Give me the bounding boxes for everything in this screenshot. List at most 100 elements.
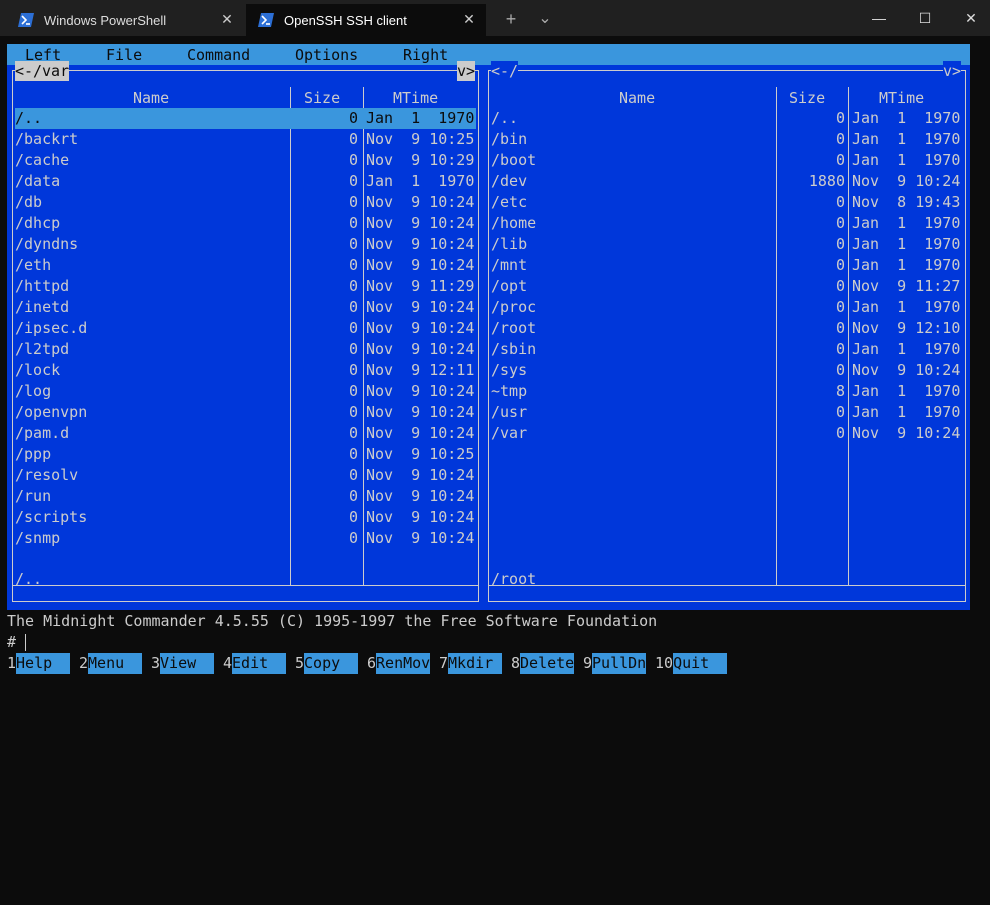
minimize-button[interactable]: —: [856, 0, 902, 36]
file-row[interactable]: /l2tpd 0 Nov 9 10:24: [15, 339, 476, 360]
panel-right-nav[interactable]: v>: [457, 61, 476, 81]
column-header-mtime[interactable]: MTime: [393, 88, 438, 108]
file-name: /inetd: [15, 298, 70, 316]
file-name: /opt: [491, 277, 528, 295]
file-size: 0: [348, 508, 358, 526]
file-name: /ipsec.d: [15, 319, 88, 337]
close-window-button[interactable]: ✕: [948, 0, 990, 36]
file-row[interactable]: /db 0 Nov 9 10:24: [15, 192, 476, 213]
column-header-mtime[interactable]: MTime: [879, 88, 924, 108]
file-size: 0: [348, 130, 358, 148]
fkey-delete[interactable]: 8Delete: [511, 653, 574, 674]
file-row[interactable]: /dyndns 0 Nov 9 10:24: [15, 234, 476, 255]
file-size: 0: [348, 403, 358, 421]
file-size: 0: [348, 340, 358, 358]
column-header-name[interactable]: Name: [619, 88, 655, 108]
menu-file[interactable]: File: [106, 45, 142, 65]
file-row[interactable]: /eth 0 Nov 9 10:24: [15, 255, 476, 276]
file-row[interactable]: /openvpn 0 Nov 9 10:24: [15, 402, 476, 423]
tab-title: Windows PowerShell: [44, 12, 167, 28]
file-name: /snmp: [15, 529, 61, 547]
file-row[interactable]: /dev 1880 Nov 9 10:24: [491, 171, 963, 192]
file-row[interactable]: /opt 0 Nov 9 11:27: [491, 276, 963, 297]
panel-left-nav[interactable]: <-: [15, 61, 34, 81]
file-size: 0: [348, 193, 358, 211]
fkey-mkdir[interactable]: 7Mkdir: [439, 653, 503, 674]
file-row[interactable]: /sbin 0 Jan 1 1970: [491, 339, 963, 360]
file-row[interactable]: /home 0 Jan 1 1970: [491, 213, 963, 234]
file-row[interactable]: /snmp 0 Nov 9 10:24: [15, 528, 476, 549]
fkey-help[interactable]: 1Help: [7, 653, 71, 674]
file-name: /lib: [491, 235, 528, 253]
file-row[interactable]: /log 0 Nov 9 10:24: [15, 381, 476, 402]
file-row[interactable]: /lib 0 Jan 1 1970: [491, 234, 963, 255]
fkey-pulldn[interactable]: 9PullDn: [583, 653, 646, 674]
file-row[interactable]: /ppp 0 Nov 9 10:25: [15, 444, 476, 465]
file-mtime: Jan 1 1970: [852, 298, 961, 316]
column-header-size[interactable]: Size: [789, 88, 825, 108]
file-mtime: Nov 9 10:25: [366, 130, 475, 148]
column-header-name[interactable]: Name: [133, 88, 169, 108]
file-row[interactable]: /boot 0 Jan 1 1970: [491, 150, 963, 171]
right-panel[interactable]: <-/ v> Name Size MTime /.. 0 Jan 1 1970/bi…: [488, 61, 966, 602]
file-row[interactable]: /.. 0 Jan 1 1970: [15, 108, 476, 129]
file-row[interactable]: /bin 0 Jan 1 1970: [491, 129, 963, 150]
file-row[interactable]: /pam.d 0 Nov 9 10:24: [15, 423, 476, 444]
menu-command[interactable]: Command: [187, 45, 250, 65]
tab-windows-powershell[interactable]: Windows PowerShell ✕: [0, 4, 244, 36]
file-size: 0: [348, 445, 358, 463]
file-row[interactable]: /httpd 0 Nov 9 11:29: [15, 276, 476, 297]
file-row[interactable]: /sys 0 Nov 9 10:24: [491, 360, 963, 381]
file-row[interactable]: /mnt 0 Jan 1 1970: [491, 255, 963, 276]
file-row[interactable]: /lock 0 Nov 9 12:11: [15, 360, 476, 381]
file-row[interactable]: /root 0 Nov 9 12:10: [491, 318, 963, 339]
maximize-button[interactable]: ☐: [902, 0, 948, 36]
terminal[interactable]: Left File Command Options Right <- /var …: [0, 36, 990, 680]
function-key-bar: 1Help 2Menu 3View 4Edit 5Copy 6RenMov 7M…: [7, 653, 728, 674]
command-prompt[interactable]: #: [7, 632, 27, 653]
tab-close-icon[interactable]: ✕: [462, 12, 476, 26]
file-mtime: Nov 9 12:10: [852, 319, 961, 337]
file-mtime: Nov 9 10:24: [852, 424, 961, 442]
file-row[interactable]: /backrt 0 Nov 9 10:25: [15, 129, 476, 150]
file-row[interactable]: ~tmp 8 Jan 1 1970: [491, 381, 963, 402]
file-row[interactable]: /var 0 Nov 9 10:24: [491, 423, 963, 444]
file-row[interactable]: /usr 0 Jan 1 1970: [491, 402, 963, 423]
file-row[interactable]: /dhcp 0 Nov 9 10:24: [15, 213, 476, 234]
fkey-renmov[interactable]: 6RenMov: [367, 653, 430, 674]
fkey-view[interactable]: 3View: [151, 653, 215, 674]
menu-right[interactable]: Right: [403, 45, 448, 65]
fkey-quit[interactable]: 10Quit: [655, 653, 728, 674]
panel-right-nav[interactable]: v>: [943, 61, 962, 81]
fkey-menu[interactable]: 2Menu: [79, 653, 143, 674]
mini-status: /root: [491, 570, 537, 588]
file-mtime: Jan 1 1970: [852, 130, 961, 148]
file-row[interactable]: /cache 0 Nov 9 10:29: [15, 150, 476, 171]
file-row[interactable]: /ipsec.d 0 Nov 9 10:24: [15, 318, 476, 339]
file-row[interactable]: /.. 0 Jan 1 1970: [491, 108, 963, 129]
file-size: 0: [348, 214, 358, 232]
tab-openssh-client[interactable]: OpenSSH SSH client ✕: [246, 4, 486, 36]
file-row[interactable]: /inetd 0 Nov 9 10:24: [15, 297, 476, 318]
new-tab-button[interactable]: +: [500, 6, 522, 32]
file-row[interactable]: /data 0 Jan 1 1970: [15, 171, 476, 192]
file-row[interactable]: /etc 0 Nov 8 19:43: [491, 192, 963, 213]
file-size: 0: [835, 424, 845, 442]
file-mtime: Nov 9 10:24: [366, 382, 475, 400]
column-header-size[interactable]: Size: [304, 88, 340, 108]
file-name: /sys: [491, 361, 528, 379]
menu-options[interactable]: Options: [295, 45, 358, 65]
file-row[interactable]: /run 0 Nov 9 10:24: [15, 486, 476, 507]
file-row[interactable]: /resolv 0 Nov 9 10:24: [15, 465, 476, 486]
file-row[interactable]: /scripts 0 Nov 9 10:24: [15, 507, 476, 528]
file-size: 0: [348, 109, 358, 127]
file-name: /cache: [15, 151, 70, 169]
tab-dropdown-icon[interactable]: ⌄: [534, 6, 556, 32]
tab-close-icon[interactable]: ✕: [220, 12, 234, 26]
file-size: 0: [835, 193, 845, 211]
file-size: 0: [348, 277, 358, 295]
left-panel[interactable]: <- /var v> Name Size MTime /.. 0 Jan 1 197…: [12, 61, 479, 602]
fkey-copy[interactable]: 5Copy: [295, 653, 359, 674]
file-row[interactable]: /proc 0 Jan 1 1970: [491, 297, 963, 318]
fkey-edit[interactable]: 4Edit: [223, 653, 287, 674]
